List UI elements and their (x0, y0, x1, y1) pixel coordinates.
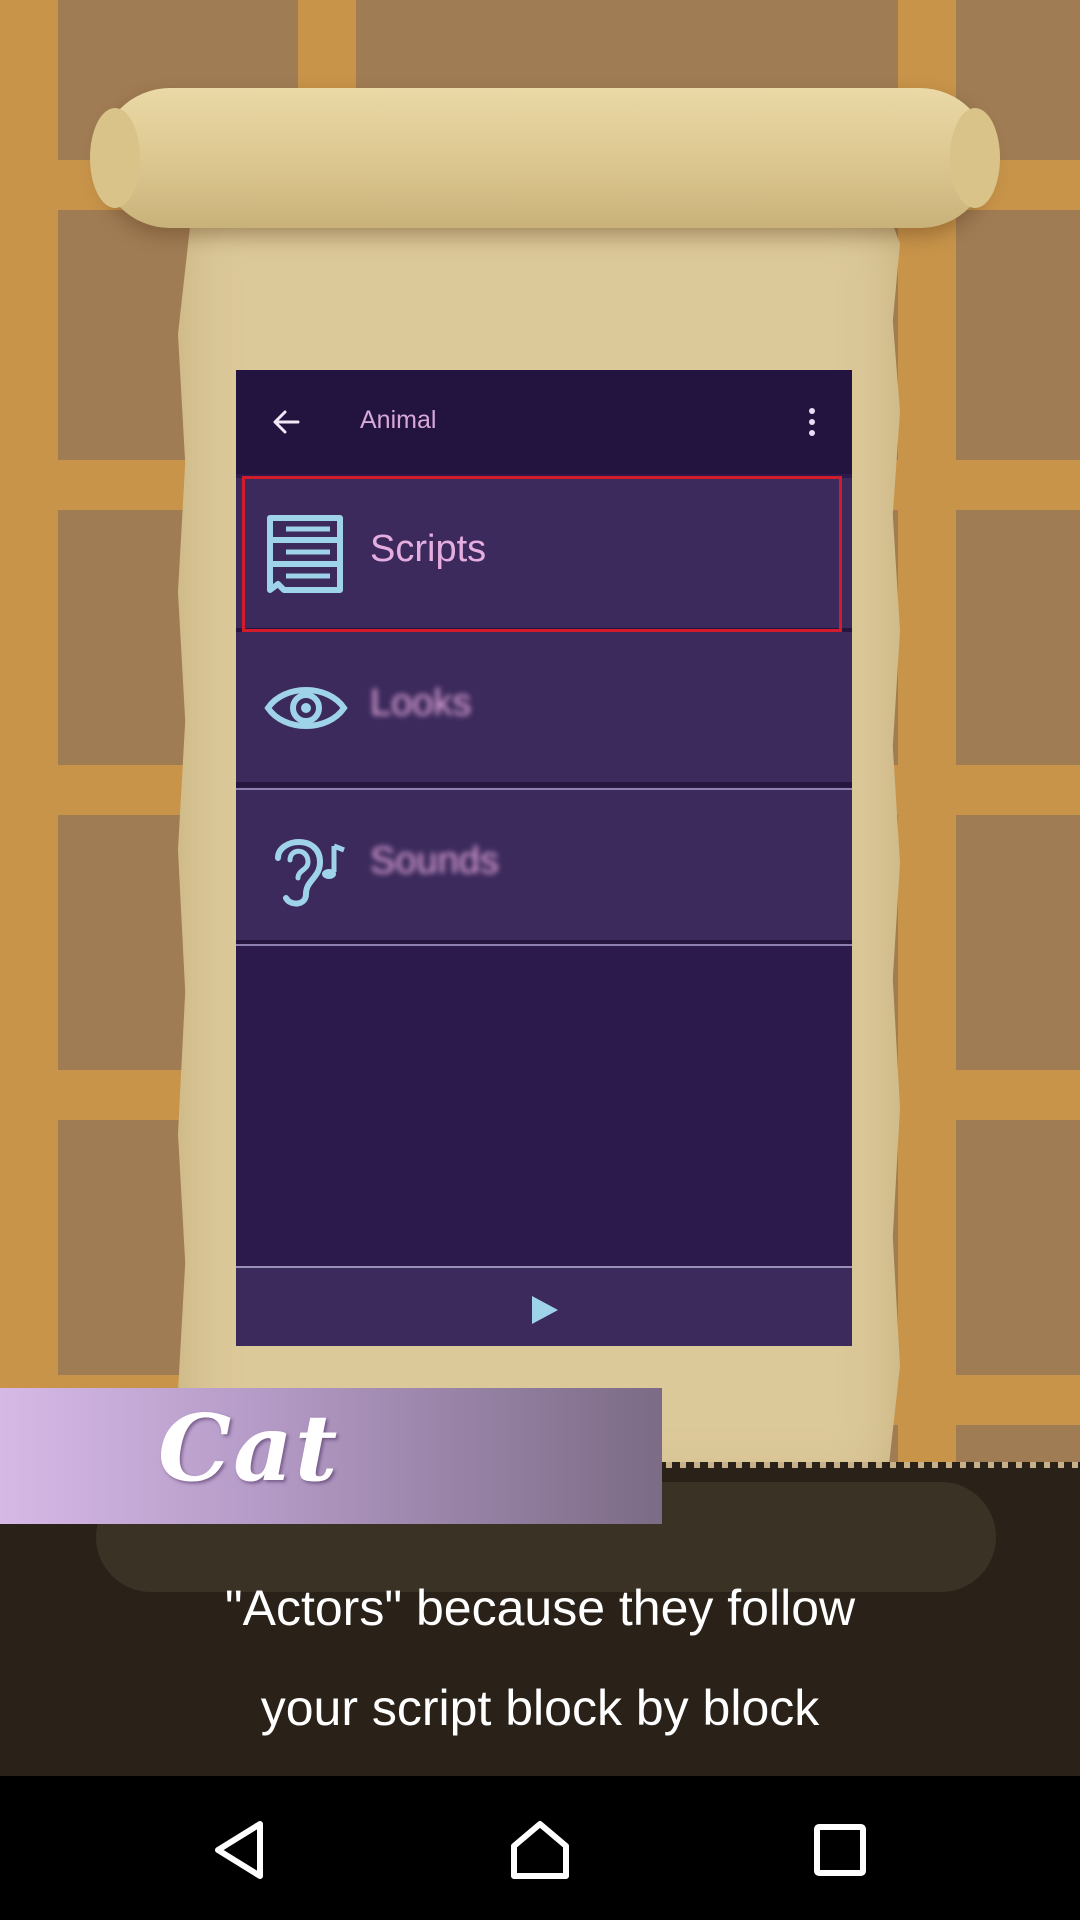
highlight-box (242, 476, 842, 632)
divider (236, 944, 852, 946)
menu-item-sounds[interactable]: Sounds (236, 790, 852, 945)
system-nav-bar (0, 1776, 1080, 1920)
app-toolbar: Animal (236, 370, 852, 474)
tutorial-caption: "Actors" because they follow your script… (0, 1558, 1080, 1758)
actor-name-banner: Cat (0, 1388, 662, 1524)
menu-item-label: Sounds (370, 840, 499, 882)
caption-line-1: "Actors" because they follow (224, 1580, 856, 1636)
recents-icon[interactable] (808, 1818, 872, 1882)
eye-icon (264, 666, 348, 750)
menu-item-label: Looks (370, 682, 472, 724)
play-icon[interactable] (526, 1292, 562, 1328)
menu-item-looks[interactable]: Looks (236, 632, 852, 787)
actor-name: Cat (158, 1394, 340, 1502)
more-options-icon[interactable] (794, 400, 830, 444)
home-icon[interactable] (508, 1818, 572, 1882)
app-preview: Animal Scripts Looks Sounds (236, 370, 852, 1346)
caption-line-2: your script block by block (260, 1680, 820, 1736)
scroll-roll-top (90, 88, 1000, 228)
back-arrow-icon[interactable] (264, 400, 308, 444)
back-icon[interactable] (208, 1818, 272, 1882)
toolbar-title: Animal (360, 406, 437, 434)
ear-music-icon (264, 824, 348, 908)
bottom-bar (236, 1266, 852, 1346)
